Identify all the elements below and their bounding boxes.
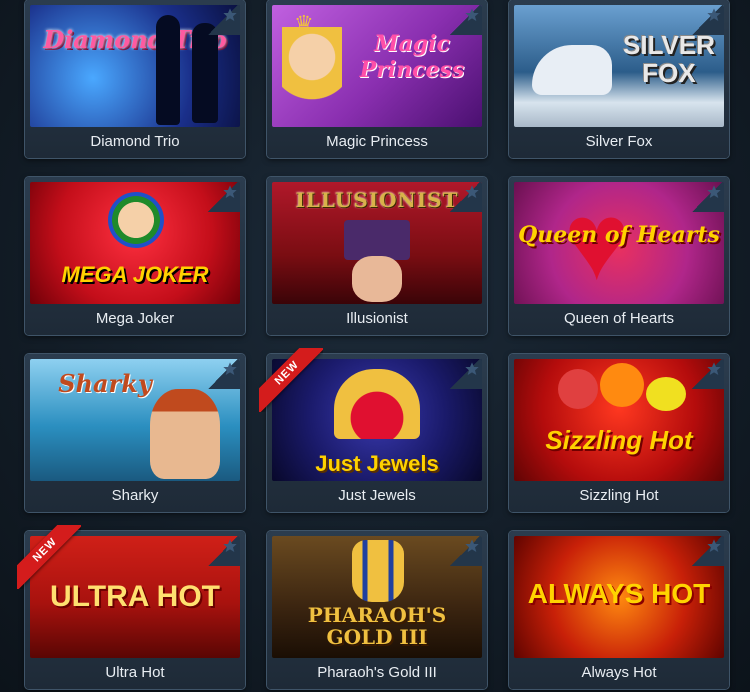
game-card-mega-joker[interactable]: MEGA JOKER Mega Joker (25, 177, 245, 335)
game-card-silver-fox[interactable]: SILVER FOX Silver Fox (509, 0, 729, 158)
fruit-icon (558, 369, 598, 409)
favorite-badge[interactable] (690, 359, 724, 389)
game-thumbnail[interactable]: ♛ Magic Princess (272, 5, 482, 127)
game-thumbnail[interactable]: ALWAYS HOT (514, 536, 724, 658)
star-icon (707, 185, 721, 198)
game-thumbnail[interactable]: Diamond Trio (30, 5, 240, 127)
game-caption[interactable]: Queen of Hearts (509, 306, 729, 332)
magician-face (352, 256, 402, 302)
fruit-icon (646, 377, 686, 411)
game-card-illusionist[interactable]: ILLUSIONIST Illusionist (267, 177, 487, 335)
game-card-diamond-trio[interactable]: Diamond Trio Diamond Trio (25, 0, 245, 158)
game-art-title: MEGA JOKER (61, 262, 209, 287)
favorite-badge[interactable] (690, 182, 724, 212)
star-icon (465, 539, 479, 552)
silhouette (156, 15, 180, 125)
game-caption[interactable]: Always Hot (509, 660, 729, 686)
crown-icon (334, 369, 420, 439)
game-card-sizzling-hot[interactable]: Sizzling Hot Sizzling Hot (509, 354, 729, 512)
pirate-face (150, 389, 220, 479)
star-icon (465, 8, 479, 21)
favorite-badge[interactable] (690, 5, 724, 35)
favorite-badge[interactable] (690, 536, 724, 566)
game-art-title: SILVER FOX (623, 30, 715, 88)
game-art-title: PHARAOH'S GOLD III (307, 603, 447, 649)
star-icon (223, 362, 237, 375)
princess-figure (282, 27, 342, 127)
star-icon (223, 8, 237, 21)
favorite-badge[interactable] (448, 5, 482, 35)
games-grid: Diamond Trio Diamond Trio ♛ Magic Prince… (0, 0, 750, 692)
star-icon (223, 539, 237, 552)
game-thumbnail[interactable]: SILVER FOX (514, 5, 724, 127)
fox-figure (532, 45, 612, 95)
game-caption[interactable]: Just Jewels (267, 483, 487, 509)
star-icon (465, 362, 479, 375)
game-art-title: Queen of Hearts (518, 222, 720, 248)
game-thumbnail[interactable]: MEGA JOKER (30, 182, 240, 304)
star-icon (707, 8, 721, 21)
favorite-badge[interactable] (206, 182, 240, 212)
game-caption[interactable]: Diamond Trio (25, 129, 245, 155)
star-icon (707, 539, 721, 552)
game-thumbnail[interactable]: ILLUSIONIST (272, 182, 482, 304)
game-caption[interactable]: Mega Joker (25, 306, 245, 332)
silhouette (192, 23, 218, 123)
game-card-pharaohs-gold-iii[interactable]: PHARAOH'S GOLD III Pharaoh's Gold III (267, 531, 487, 689)
game-thumbnail[interactable]: PHARAOH'S GOLD III (272, 536, 482, 658)
favorite-badge[interactable] (206, 359, 240, 389)
star-icon (465, 185, 479, 198)
game-caption[interactable]: Illusionist (267, 306, 487, 332)
pharaoh-mask (352, 540, 404, 602)
game-art-title: Magic Princess (359, 31, 465, 83)
crown-icon: ♛ (294, 11, 314, 36)
fruit-icon (600, 363, 644, 407)
star-icon (223, 185, 237, 198)
game-thumbnail[interactable]: Sharky (30, 359, 240, 481)
game-caption[interactable]: Magic Princess (267, 129, 487, 155)
game-card-always-hot[interactable]: ALWAYS HOT Always Hot (509, 531, 729, 689)
game-card-magic-princess[interactable]: ♛ Magic Princess Magic Princess (267, 0, 487, 158)
game-card-queen-of-hearts[interactable]: ♥ Queen of Hearts Queen of Hearts (509, 177, 729, 335)
game-caption[interactable]: Ultra Hot (25, 660, 245, 686)
game-caption[interactable]: Sizzling Hot (509, 483, 729, 509)
game-art-title: ALWAYS HOT (527, 578, 711, 609)
game-card-just-jewels[interactable]: NEW Just Jewels Just Jewels (259, 348, 487, 512)
game-art-title: Sizzling Hot (545, 425, 693, 455)
favorite-badge[interactable] (206, 536, 240, 566)
star-icon (707, 362, 721, 375)
new-badge: NEW (259, 348, 323, 412)
game-thumbnail[interactable]: ♥ Queen of Hearts (514, 182, 724, 304)
favorite-badge[interactable] (448, 359, 482, 389)
game-caption[interactable]: Pharaoh's Gold III (267, 660, 487, 686)
joker-face (108, 192, 164, 248)
game-art-title: Just Jewels (315, 451, 439, 476)
game-card-ultra-hot[interactable]: NEW ULTRA HOT Ultra Hot (17, 525, 245, 689)
favorite-badge[interactable] (448, 536, 482, 566)
game-thumbnail[interactable]: Sizzling Hot (514, 359, 724, 481)
game-card-sharky[interactable]: Sharky Sharky (25, 354, 245, 512)
game-caption[interactable]: Sharky (25, 483, 245, 509)
favorite-badge[interactable] (448, 182, 482, 212)
new-badge: NEW (17, 525, 81, 589)
game-caption[interactable]: Silver Fox (509, 129, 729, 155)
top-hat (344, 220, 410, 260)
favorite-badge[interactable] (206, 5, 240, 35)
